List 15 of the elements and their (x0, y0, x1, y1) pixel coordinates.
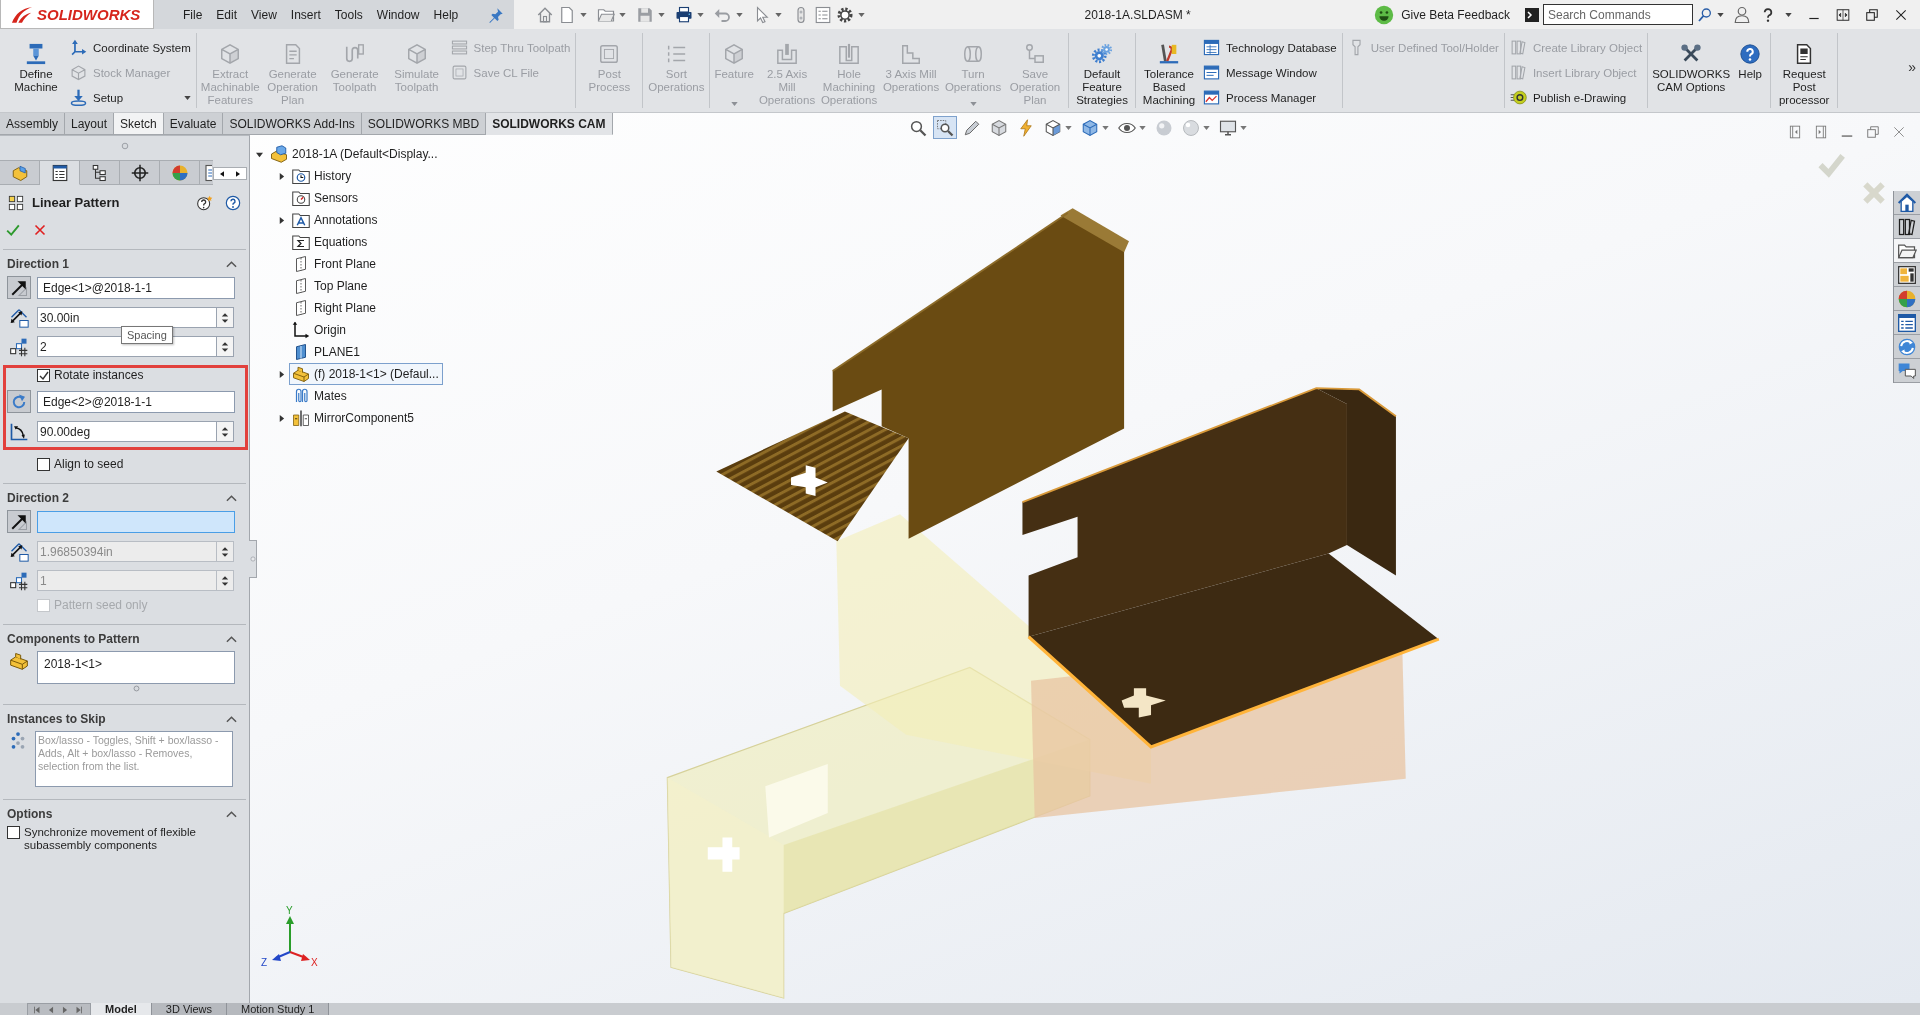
section-title: Options (7, 807, 54, 821)
checkbox-label: Rotate instances (54, 369, 144, 382)
section-title: Instances to Skip (7, 712, 107, 726)
axis-label: X (311, 957, 318, 968)
logo-text: SOLIDWORKS (37, 5, 141, 23)
checkbox-label: Synchronize movement of flexible subassembly components (24, 826, 197, 852)
panel-title: Linear Pattern (32, 195, 121, 210)
section-title: Components to Pattern (7, 632, 141, 646)
axis-label: Z (261, 957, 268, 968)
section-title: Direction 2 (7, 491, 70, 505)
axis-label: Y (286, 905, 293, 916)
section-title: Direction 1 (7, 257, 70, 271)
document-title: 2018-1A.SLDASM * (1084, 7, 1191, 22)
tooltip: Spacing (121, 326, 173, 344)
checkbox-label: Align to seed (54, 458, 124, 471)
